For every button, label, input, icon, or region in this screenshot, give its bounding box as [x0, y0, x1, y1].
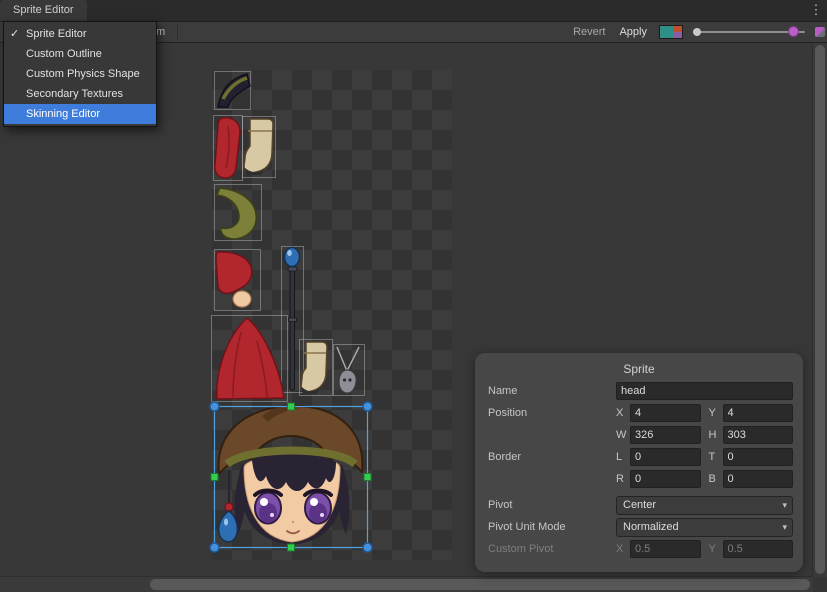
- h-label: H: [709, 429, 718, 441]
- sprite-editor-mode-menu: ✓ Sprite Editor Custom Outline Custom Ph…: [3, 21, 157, 127]
- custom-pivot-label: Custom Pivot: [488, 543, 616, 555]
- border-l-input[interactable]: [630, 448, 701, 466]
- pivot-row: Pivot Center ▾: [475, 494, 803, 516]
- custom-pivot-y-input: [723, 540, 794, 558]
- horizontal-scrollbar[interactable]: [0, 576, 813, 592]
- checkmark-icon: ✓: [10, 24, 22, 44]
- sprite-editor-window: Sprite Name Position X Y: [0, 0, 827, 592]
- b-label: B: [709, 473, 718, 485]
- position-row-wh: W H: [475, 424, 803, 446]
- position-x-input[interactable]: [630, 404, 701, 422]
- pivot-unit-mode-dropdown[interactable]: Normalized ▾: [616, 518, 793, 537]
- x-label: X: [616, 407, 625, 419]
- chevron-down-icon: ▾: [782, 500, 787, 511]
- r-label: R: [616, 473, 625, 485]
- menu-item-sprite-editor[interactable]: ✓ Sprite Editor: [4, 24, 156, 44]
- chevron-down-icon: ▾: [782, 522, 787, 533]
- position-y-input[interactable]: [723, 404, 794, 422]
- menu-item-secondary-textures[interactable]: Secondary Textures: [4, 84, 156, 104]
- zoom-slider-min-dot: [693, 28, 701, 36]
- t-label: T: [709, 451, 718, 463]
- w-label: W: [616, 429, 625, 441]
- menu-item-skinning-editor[interactable]: Skinning Editor: [4, 104, 156, 124]
- pivot-value: Center: [623, 499, 656, 511]
- horizontal-scrollbar-thumb[interactable]: [150, 579, 810, 590]
- border-t-input[interactable]: [723, 448, 794, 466]
- title-bar: Sprite Editor ⋮: [0, 0, 827, 22]
- toolbar-separator: [177, 25, 178, 39]
- position-row-xy: Position X Y: [475, 402, 803, 424]
- pivot-unit-mode-value: Normalized: [623, 521, 679, 533]
- custom-pivot-x-label: X: [616, 543, 625, 555]
- apply-button[interactable]: Apply: [617, 26, 649, 38]
- pivot-dropdown[interactable]: Center ▾: [616, 496, 793, 515]
- alpha-toggle-icon[interactable]: [815, 27, 825, 37]
- position-label: Position: [488, 407, 616, 419]
- pivot-label: Pivot: [488, 499, 616, 511]
- name-label: Name: [488, 385, 616, 397]
- border-b-input[interactable]: [723, 470, 794, 488]
- position-w-input[interactable]: [630, 426, 701, 444]
- custom-pivot-row: Custom Pivot X Y: [475, 538, 803, 560]
- zoom-slider[interactable]: [693, 22, 805, 42]
- kebab-menu-icon[interactable]: ⋮: [808, 0, 824, 20]
- panel-title: Sprite: [475, 358, 803, 380]
- name-input[interactable]: [616, 382, 793, 400]
- texture-canvas[interactable]: [212, 70, 452, 560]
- vertical-scrollbar[interactable]: [812, 42, 827, 577]
- position-h-input[interactable]: [723, 426, 794, 444]
- y-label: Y: [709, 407, 718, 419]
- trim-button-partial[interactable]: m: [156, 22, 165, 42]
- custom-pivot-y-label: Y: [709, 543, 718, 555]
- menu-item-custom-outline[interactable]: Custom Outline: [4, 44, 156, 64]
- border-row-lt: Border L T: [475, 446, 803, 468]
- border-row-rb: R B: [475, 468, 803, 490]
- menu-item-custom-physics-shape[interactable]: Custom Physics Shape: [4, 64, 156, 84]
- zoom-slider-thumb[interactable]: [788, 26, 799, 37]
- name-row: Name: [475, 380, 803, 402]
- pivot-unit-mode-label: Pivot Unit Mode: [488, 521, 616, 533]
- sprite-inspector-panel: Sprite Name Position X Y: [475, 353, 803, 572]
- rgb-swatch-icon[interactable]: [659, 25, 683, 39]
- custom-pivot-x-input: [630, 540, 701, 558]
- window-tab-sprite-editor[interactable]: Sprite Editor: [0, 0, 87, 21]
- scrollbar-corner: [813, 577, 827, 592]
- l-label: L: [616, 451, 625, 463]
- border-label: Border: [488, 451, 616, 463]
- vertical-scrollbar-thumb[interactable]: [815, 45, 825, 574]
- border-r-input[interactable]: [630, 470, 701, 488]
- revert-button[interactable]: Revert: [571, 26, 607, 38]
- pivot-unit-mode-row: Pivot Unit Mode Normalized ▾: [475, 516, 803, 538]
